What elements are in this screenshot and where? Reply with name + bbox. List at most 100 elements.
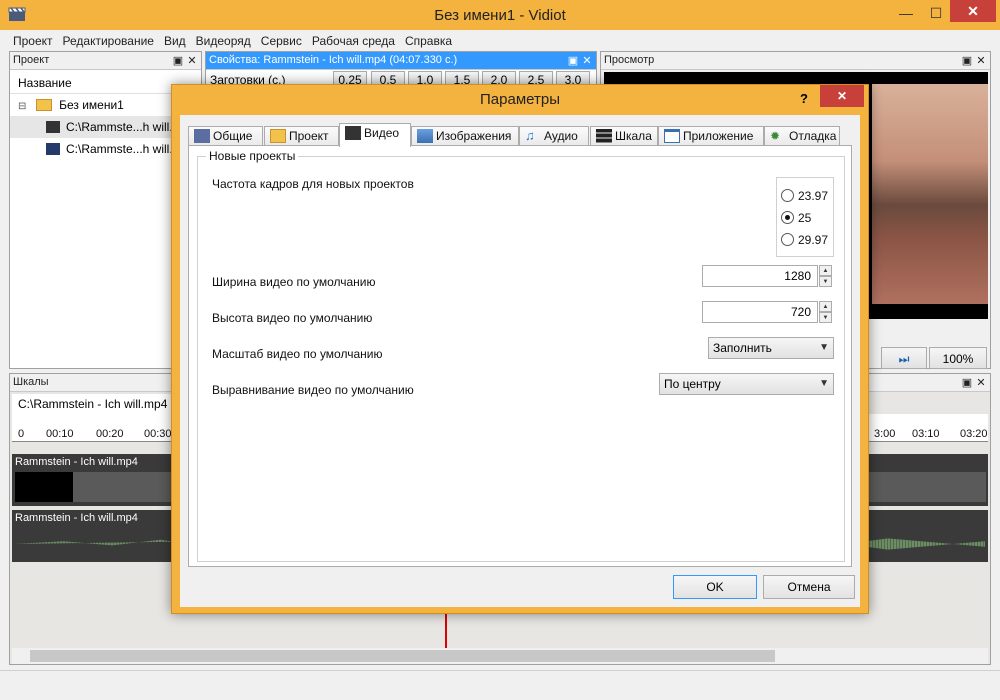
preview-frame [872, 84, 988, 304]
panel-maximize-icon[interactable]: ▣ [960, 54, 974, 67]
panel-close-icon[interactable]: ✕ [974, 376, 988, 389]
folder-icon [35, 99, 52, 111]
tab-label: Аудио [544, 129, 578, 143]
window-icon [664, 129, 680, 143]
scale-label: Масштаб видео по умолчанию [212, 347, 383, 361]
chevron-down-icon: ▼ [819, 378, 829, 389]
tab-project[interactable]: Проект [264, 126, 339, 146]
tree-root-label: Без имени1 [59, 98, 124, 112]
width-spin-down[interactable]: ▼ [819, 276, 832, 287]
tick-label: 00:30 [144, 428, 172, 440]
tab-video[interactable]: Видео [339, 123, 411, 147]
tab-debug[interactable]: ✹ Отладка [764, 126, 840, 146]
maximize-button[interactable]: ☐ [922, 2, 950, 24]
width-spin-up[interactable]: ▲ [819, 265, 832, 276]
project-panel-title: Проект [13, 54, 50, 66]
tab-audio[interactable]: ♫ Аудио [519, 126, 589, 146]
framerate-radio-group: 23.97 25 29.97 [776, 177, 834, 257]
height-label: Высота видео по умолчанию [212, 311, 373, 325]
menu-view[interactable]: Вид [159, 30, 191, 48]
menu-tools[interactable]: Сервис [256, 30, 307, 48]
film-strip-icon [596, 129, 612, 143]
menu-workspace[interactable]: Рабочая среда [307, 30, 400, 48]
radio-button[interactable] [781, 189, 794, 202]
preview-panel-title: Просмотр [604, 54, 655, 66]
menu-sequence[interactable]: Видеоряд [191, 30, 256, 48]
tab-label: Шкала [615, 129, 652, 143]
folder-icon [270, 129, 286, 143]
cancel-button[interactable]: Отмена [763, 575, 855, 599]
tab-label: Видео [364, 126, 400, 140]
menu-help[interactable]: Справка [400, 30, 457, 48]
project-panel-header: Проект ▣ ✕ [10, 52, 201, 70]
video-thumbnail [15, 472, 73, 502]
panel-close-icon[interactable]: ✕ [974, 54, 988, 67]
align-select-value: По центру [664, 377, 721, 391]
title-bar[interactable]: Без имени1 - Vidiot — ☐ ✕ [0, 0, 1000, 30]
group-title: Новые проекты [206, 149, 299, 163]
tab-label: Общие [213, 129, 253, 143]
framerate-option[interactable]: 25 [781, 210, 833, 226]
framerate-option[interactable]: 29.97 [781, 232, 833, 248]
tree-item-label: C:\Rammste...h will. [66, 142, 173, 156]
tab-label: Изображения [436, 129, 512, 143]
dialog-title[interactable]: Параметры [172, 85, 868, 115]
height-spin-down[interactable]: ▼ [819, 312, 832, 323]
scale-select[interactable]: Заполнить ▼ [708, 337, 834, 359]
film-icon [46, 143, 60, 155]
scrollbar-thumb[interactable] [30, 650, 775, 662]
close-button[interactable]: ✕ [950, 0, 996, 22]
tab-images[interactable]: Изображения [411, 126, 519, 146]
image-icon [417, 129, 433, 143]
tab-label: Отладка [789, 129, 837, 143]
tab-label: Проект [289, 129, 329, 143]
height-spin-up[interactable]: ▲ [819, 301, 832, 312]
tick-label: 03:20 [960, 428, 988, 440]
tree-item-label: C:\Rammste...h will. [66, 120, 173, 134]
status-bar [0, 670, 1000, 700]
timeline-tab[interactable]: C:\Rammstein - Ich will.mp4 [12, 394, 182, 414]
zoom-button[interactable]: 100% [929, 347, 987, 369]
window-title: Без имени1 - Vidiot [434, 7, 566, 24]
menu-project[interactable]: Проект [8, 30, 58, 48]
radio-button[interactable] [781, 233, 794, 246]
tab-timeline[interactable]: Шкала [590, 126, 658, 146]
timeline-tab-label: C:\Rammstein - Ich will.mp4 [18, 397, 168, 411]
clapper-icon [345, 126, 361, 140]
video-tab-page: Новые проекты Частота кадров для новых п… [188, 145, 852, 567]
tab-general[interactable]: Общие [188, 126, 263, 146]
menu-edit[interactable]: Редактирование [58, 30, 159, 48]
width-label: Ширина видео по умолчанию [212, 275, 376, 289]
height-input[interactable]: 720 [702, 301, 818, 323]
align-select[interactable]: По центру ▼ [659, 373, 834, 395]
framerate-option[interactable]: 23.97 [781, 188, 833, 204]
music-note-icon: ♫ [525, 128, 535, 143]
minimize-button[interactable]: — [892, 2, 920, 24]
dialog-close-button[interactable]: ✕ [820, 85, 864, 107]
width-input[interactable]: 1280 [702, 265, 818, 287]
collapse-icon[interactable]: ⊟ [18, 101, 26, 112]
panel-close-icon[interactable]: ✕ [580, 54, 594, 67]
help-button[interactable]: ? [800, 91, 808, 106]
properties-panel-title: Свойства: Rammstein - Ich will.mp4 (04:0… [209, 54, 458, 66]
settings-dialog: Параметры ? ✕ Общие Проект Видео Изображ… [171, 84, 869, 614]
timeline-scrollbar[interactable] [12, 648, 988, 664]
tab-application[interactable]: Приложение [658, 126, 764, 146]
panel-maximize-icon[interactable]: ▣ [566, 54, 580, 67]
clapper-icon [46, 121, 60, 133]
tick-label: 03:10 [912, 428, 940, 440]
chevron-down-icon: ▼ [819, 342, 829, 353]
next-frame-button[interactable]: ⏭ [881, 347, 927, 369]
preview-panel-header: Просмотр ▣ ✕ [601, 52, 990, 70]
ok-button[interactable]: OK [673, 575, 757, 599]
panel-maximize-icon[interactable]: ▣ [171, 54, 185, 67]
general-icon [194, 129, 210, 143]
panel-maximize-icon[interactable]: ▣ [960, 376, 974, 389]
tick-label: 00:10 [46, 428, 74, 440]
dialog-body: Общие Проект Видео Изображения ♫ Аудио Шк… [180, 115, 860, 607]
panel-close-icon[interactable]: ✕ [185, 54, 199, 67]
align-label: Выравнивание видео по умолчанию [212, 383, 414, 397]
radio-button-selected[interactable] [781, 211, 794, 224]
properties-panel-header: Свойства: Rammstein - Ich will.mp4 (04:0… [206, 52, 596, 70]
scale-select-value: Заполнить [713, 341, 772, 355]
